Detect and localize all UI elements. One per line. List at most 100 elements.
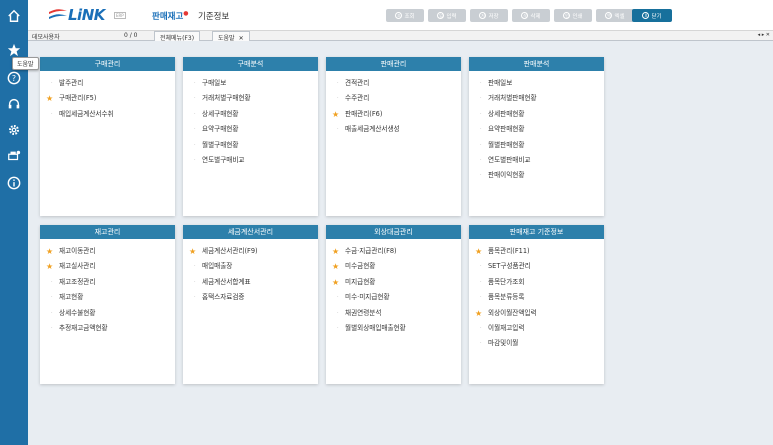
menu-item[interactable]: · 상세판매현황 bbox=[469, 107, 604, 122]
menu-item[interactable]: · 홈택스자료검증 bbox=[183, 290, 318, 305]
menu-item[interactable]: · 거래처별구매현황 bbox=[183, 91, 318, 106]
bullet-icon: · bbox=[480, 263, 482, 270]
menu-item[interactable]: · 수주관리 bbox=[326, 91, 461, 106]
home-icon[interactable] bbox=[6, 8, 22, 24]
info-icon[interactable] bbox=[6, 175, 22, 191]
menu-card: 판매관리 · 견적관리 · 수주관리 ★ 판매관리(F6) · 매출세금계산서생성 bbox=[326, 57, 461, 216]
menu-item[interactable]: · 마감및이월 bbox=[469, 336, 604, 351]
help-icon[interactable]: ? bbox=[6, 70, 22, 86]
print-button[interactable]: 인 인쇄 bbox=[554, 9, 592, 22]
menu-item[interactable]: ★ 재고이동관리 bbox=[40, 244, 175, 259]
menu-item[interactable]: · 발주관리 bbox=[40, 76, 175, 91]
menu-item[interactable]: · 월별구매현황 bbox=[183, 138, 318, 153]
favorite-star-icon[interactable]: ★ bbox=[332, 259, 339, 274]
menu-item-label: 미수금현황 bbox=[345, 262, 376, 271]
menu-item[interactable]: · 매입세금계산서수취 bbox=[40, 107, 175, 122]
search-button-icon: 조 bbox=[395, 12, 403, 19]
excel-button[interactable]: 엑 엑셀 bbox=[596, 9, 634, 22]
bullet-icon: · bbox=[51, 324, 53, 331]
menu-item[interactable]: · 연도별구매비교 bbox=[183, 153, 318, 168]
close-button[interactable]: X 닫기 bbox=[632, 9, 672, 22]
menu-item-label: 상세구매현황 bbox=[202, 109, 239, 118]
menu-card-list: ★ 수금·지급관리(F8) ★ 미수금현황 ★ 미지급현황 · 미수·미지급현황 · 채권연령분석… bbox=[326, 239, 461, 336]
menu-item[interactable]: · 연도별판매비교 bbox=[469, 153, 604, 168]
favorite-star-icon[interactable]: ★ bbox=[332, 244, 339, 259]
tab-close-icon[interactable]: ✕ bbox=[239, 35, 244, 42]
menu-item[interactable]: · 이월재고입력 bbox=[469, 321, 604, 336]
menu-item[interactable]: ★ 세금계산서관리(F9) bbox=[183, 244, 318, 259]
menu-item-label: 세금계산서관리(F9) bbox=[202, 247, 258, 255]
menu-item[interactable]: · 품목분류등록 bbox=[469, 290, 604, 305]
favorite-star-icon[interactable]: ★ bbox=[46, 91, 53, 106]
menu-item[interactable]: · 상세수불현황 bbox=[40, 306, 175, 321]
menu-item[interactable]: · 월별판매현황 bbox=[469, 138, 604, 153]
tab-help[interactable]: 도움말 ✕ bbox=[212, 31, 250, 42]
menu-item[interactable]: ★ 품목관리(F11) bbox=[469, 244, 604, 259]
menu-item[interactable]: · 월별외상매입매출현황 bbox=[326, 321, 461, 336]
menu-item[interactable]: ★ 구매관리(F5) bbox=[40, 91, 175, 106]
menu-item[interactable]: · 추정재고금액현황 bbox=[40, 321, 175, 336]
module-title-text: 판매재고 bbox=[152, 12, 184, 22]
favorite-star-icon[interactable]: ★ bbox=[475, 306, 482, 321]
menu-item-label: 판매관리(F6) bbox=[345, 109, 383, 118]
menu-item[interactable]: ★ 외상이월잔액입력 bbox=[469, 306, 604, 321]
headset-icon[interactable] bbox=[6, 96, 22, 112]
menu-item[interactable]: ★ 판매관리(F6) bbox=[326, 107, 461, 122]
menu-item[interactable]: · 채권연령분석 bbox=[326, 306, 461, 321]
logo-swoosh-icon bbox=[49, 9, 67, 19]
menu-item-label: 품목관리(F11) bbox=[488, 247, 530, 255]
menu-item[interactable]: · 판매일보 bbox=[469, 76, 604, 91]
search-button[interactable]: 조 조회 bbox=[386, 9, 424, 22]
menu-item[interactable]: · 요약구매현황 bbox=[183, 122, 318, 137]
excel-button-icon: 엑 bbox=[605, 12, 613, 19]
delete-button-icon: 삭 bbox=[521, 12, 529, 19]
insert-button[interactable]: 입 입력 bbox=[428, 9, 466, 22]
insert-button-icon: 입 bbox=[437, 12, 445, 19]
menu-item[interactable]: · 재고현황 bbox=[40, 290, 175, 305]
menu-item[interactable]: ★ 수금·지급관리(F8) bbox=[326, 244, 461, 259]
menu-item[interactable]: ★ 미지급현황 bbox=[326, 275, 461, 290]
menu-item[interactable]: · 매입매출장 bbox=[183, 259, 318, 274]
menu-item[interactable]: · 상세구매현황 bbox=[183, 107, 318, 122]
favorite-star-icon[interactable]: ★ bbox=[475, 244, 482, 259]
menu-item[interactable]: · 세금계산서합계표 bbox=[183, 275, 318, 290]
menu-item[interactable]: · 미수·미지급현황 bbox=[326, 290, 461, 305]
gear-icon[interactable] bbox=[6, 122, 22, 138]
favorite-star-icon[interactable]: ★ bbox=[332, 275, 339, 290]
menu-item-label: 재고조정관리 bbox=[59, 277, 96, 286]
menu-item-label: 견적관리 bbox=[345, 79, 370, 87]
menu-item-label: 미수·미지급현황 bbox=[345, 293, 390, 302]
favorite-star-icon[interactable]: ★ bbox=[332, 107, 339, 122]
menu-item[interactable]: · SET구성품관리 bbox=[469, 259, 604, 274]
module-title[interactable]: 판매재고● bbox=[152, 10, 189, 22]
menu-item[interactable]: · 매출세금계산서생성 bbox=[326, 122, 461, 137]
module-subtitle[interactable]: 기준정보 bbox=[198, 10, 229, 22]
menu-item[interactable]: ★ 미수금현황 bbox=[326, 259, 461, 274]
tab-scroll-arrows[interactable]: ◂ ▸ ✕ bbox=[758, 32, 770, 38]
printer-settings-icon[interactable] bbox=[6, 148, 22, 164]
link-erp-logo[interactable]: LiNK ERP bbox=[48, 5, 130, 25]
menu-item[interactable]: · 요약판매현황 bbox=[469, 122, 604, 137]
star-icon[interactable] bbox=[6, 42, 22, 58]
menu-card-title: 판매분석 bbox=[469, 57, 604, 71]
menu-item-label: 매입세금계산서수취 bbox=[59, 109, 114, 118]
menu-card: 외상대금관리 ★ 수금·지급관리(F8) ★ 미수금현황 ★ 미지급현황 · 미수·미지급현황 ·… bbox=[326, 225, 461, 384]
menu-item[interactable]: ★ 재고실사관리 bbox=[40, 259, 175, 274]
bullet-icon: · bbox=[480, 278, 482, 285]
menu-item[interactable]: · 거래처별판매현황 bbox=[469, 91, 604, 106]
favorite-star-icon[interactable]: ★ bbox=[189, 244, 196, 259]
save-button[interactable]: 저 저장 bbox=[470, 9, 508, 22]
menu-item[interactable]: · 재고조정관리 bbox=[40, 275, 175, 290]
delete-button[interactable]: 삭 삭제 bbox=[512, 9, 550, 22]
menu-item-label: 매출세금계산서생성 bbox=[345, 125, 400, 134]
menu-item-label: 구매일보 bbox=[202, 79, 227, 87]
menu-item[interactable]: · 구매일보 bbox=[183, 76, 318, 91]
menu-item[interactable]: · 견적관리 bbox=[326, 76, 461, 91]
menu-item[interactable]: · 판매이익현황 bbox=[469, 168, 604, 183]
bullet-icon: · bbox=[51, 278, 53, 285]
favorite-star-icon[interactable]: ★ bbox=[46, 244, 53, 259]
favorite-star-icon[interactable]: ★ bbox=[46, 259, 53, 274]
menu-item[interactable]: · 품목단가조회 bbox=[469, 275, 604, 290]
tab-all-menu[interactable]: 전체메뉴(F3) bbox=[154, 31, 201, 42]
menu-item-label: 요약판매현황 bbox=[488, 125, 525, 134]
